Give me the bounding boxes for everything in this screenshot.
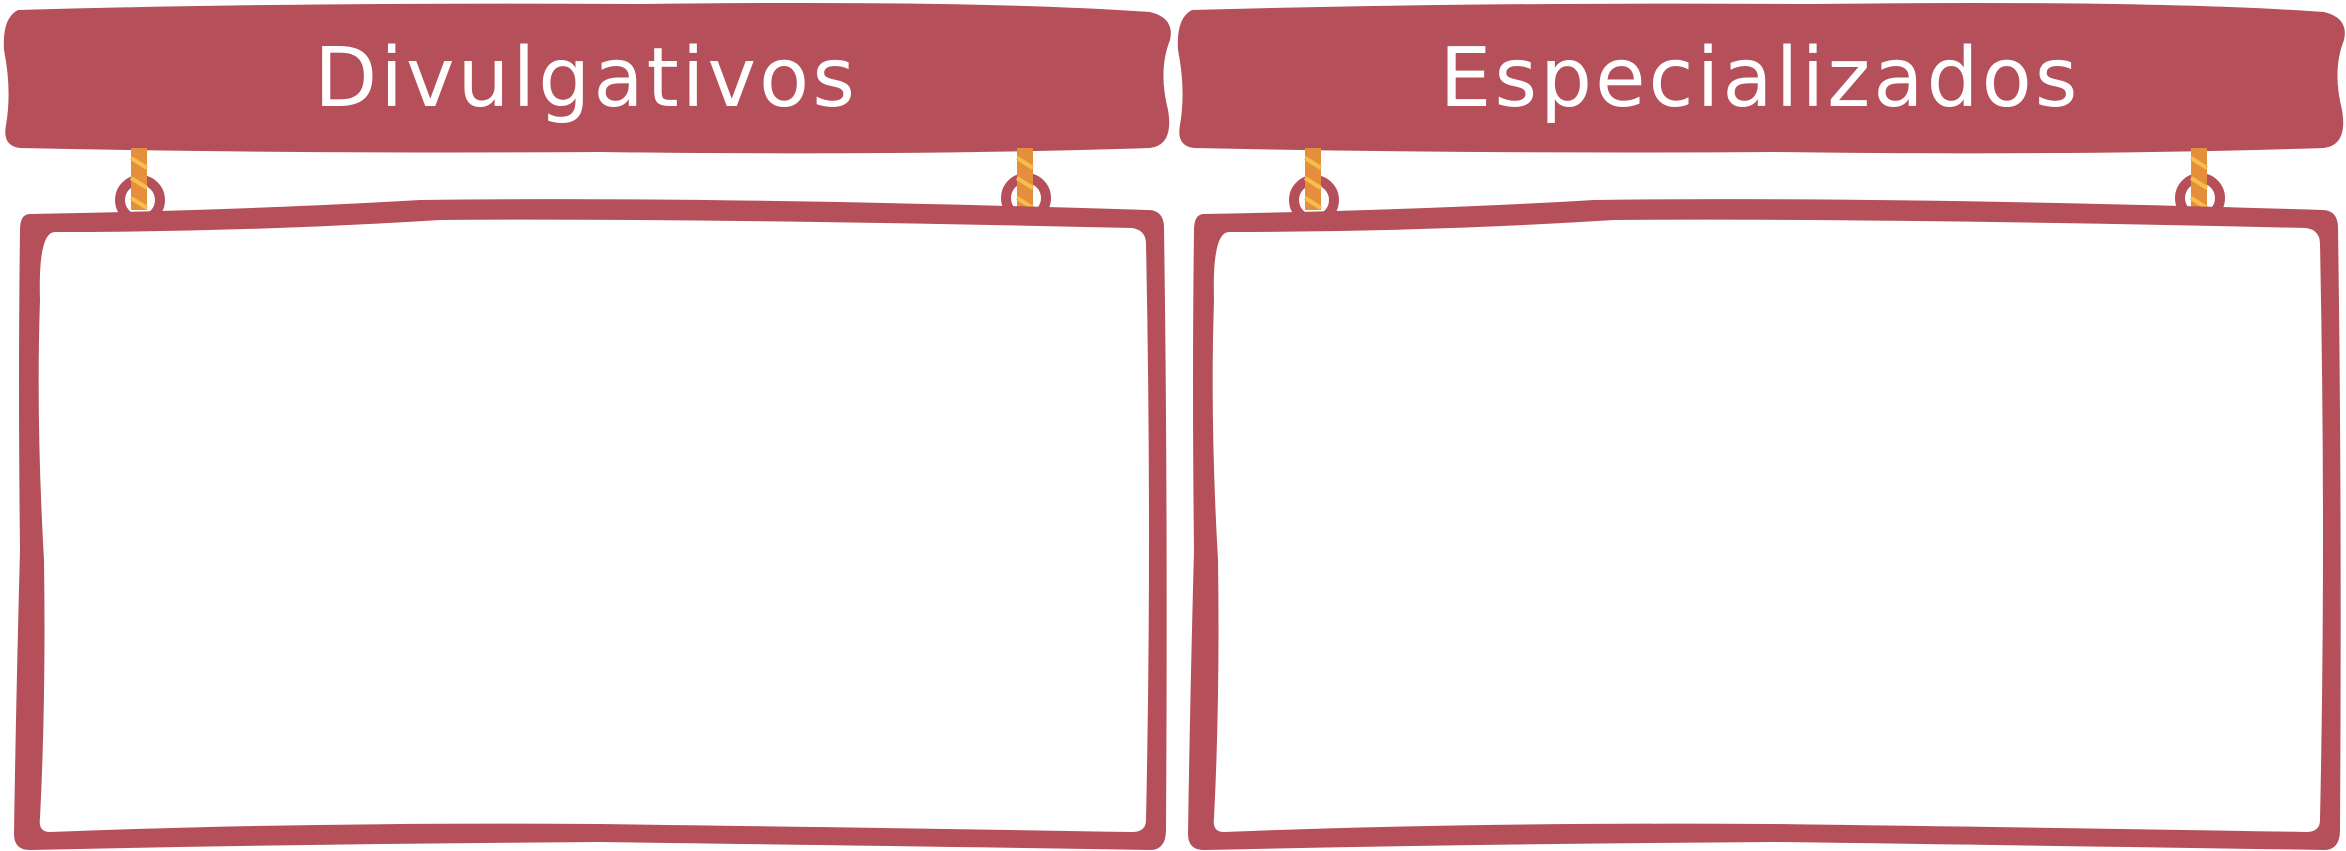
header-board: [3, 3, 1171, 154]
sign-divulgativos: Divulgativos: [0, 0, 1172, 851]
sign-board-graphic: [3, 3, 1171, 851]
header-board: [1177, 3, 2345, 154]
left-rope: [115, 148, 165, 225]
left-rope: [1289, 148, 1339, 225]
panel-inner: [1212, 219, 2323, 832]
sign-especializados: Especializados: [1174, 0, 2346, 851]
sign-board-graphic: [1177, 3, 2345, 851]
panel-inner: [38, 219, 1150, 832]
